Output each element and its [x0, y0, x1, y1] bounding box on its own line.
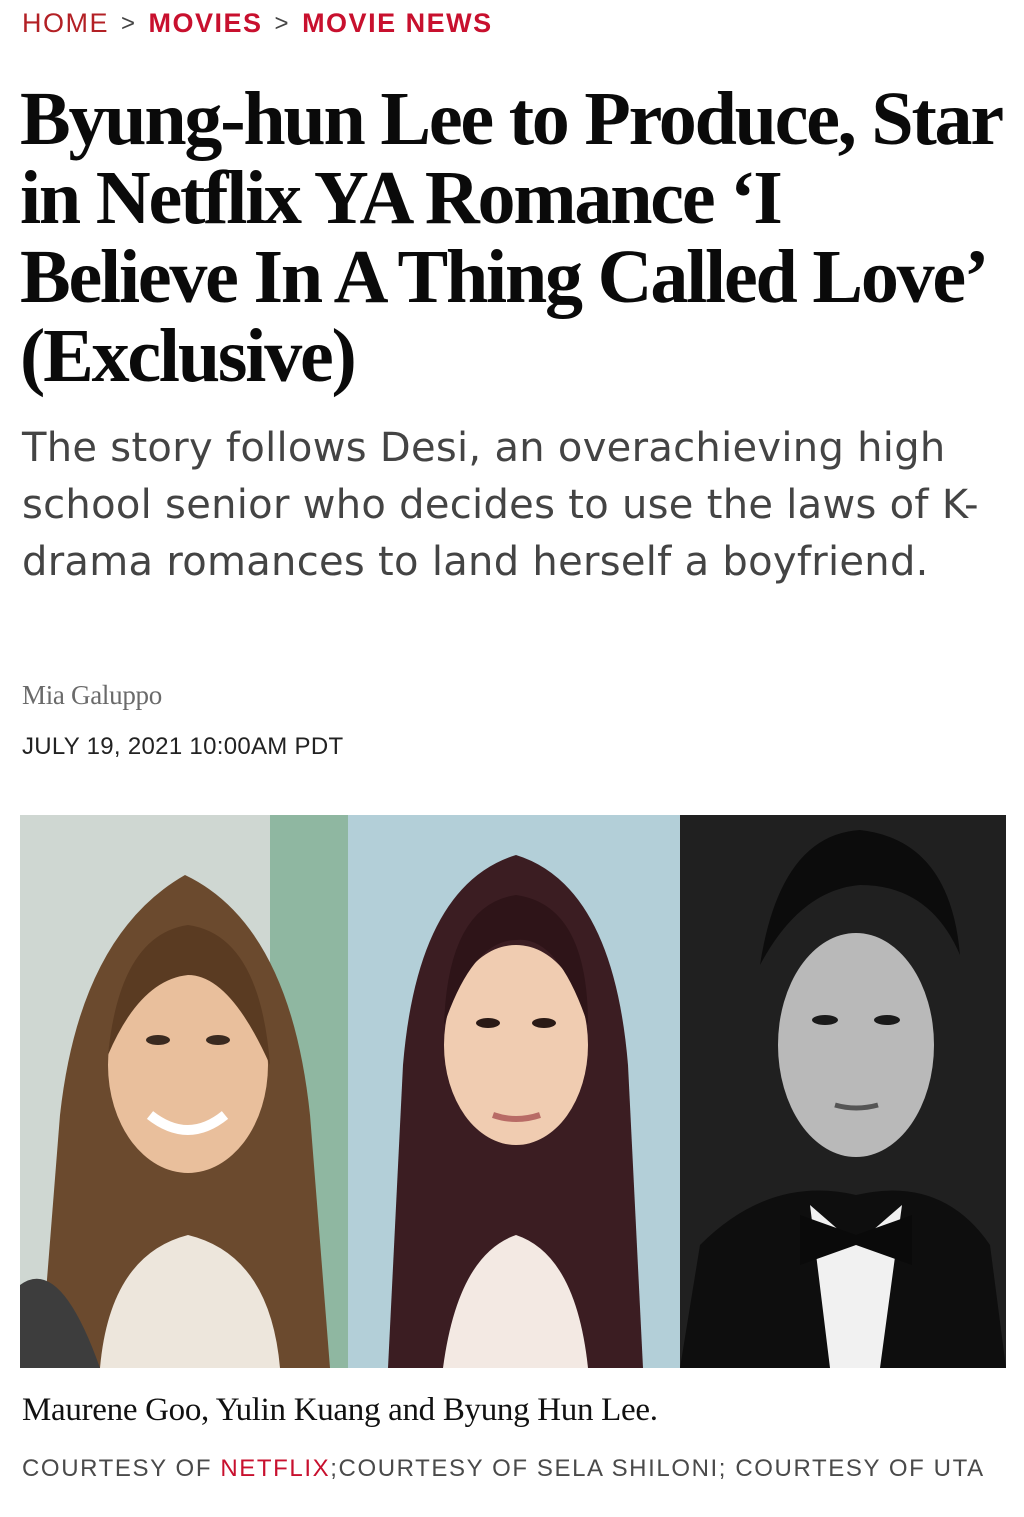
portrait-illustration [680, 815, 1006, 1368]
credit-prefix: COURTESY OF [22, 1455, 221, 1482]
credit-rest: ;COURTESY OF SELA SHILONI; COURTESY OF U… [330, 1455, 985, 1482]
photo-panel-yulin-kuang [348, 815, 680, 1368]
breadcrumb-home-link[interactable]: HOME [22, 8, 109, 39]
photo-panel-maurene-goo [20, 815, 348, 1368]
breadcrumb-separator: > [121, 9, 137, 37]
photo-credit: COURTESY OF NETFLIX;COURTESY OF SELA SHI… [22, 1455, 985, 1483]
article-photo [20, 815, 1006, 1368]
portrait-illustration [20, 815, 348, 1368]
breadcrumb: HOME > MOVIES > MOVIE NEWS [22, 8, 493, 39]
author-link[interactable]: Mia Galuppo [22, 680, 162, 711]
photo-panel-byung-hun-lee [680, 815, 1006, 1368]
article-headline: Byung-hun Lee to Produce, Star in Netfli… [20, 77, 1003, 398]
article-dek: The story follows Desi, an overachieving… [22, 425, 979, 585]
credit-netflix-link[interactable]: NETFLIX [220, 1455, 330, 1482]
breadcrumb-separator: > [274, 9, 291, 37]
breadcrumb-movies-link[interactable]: MOVIES [149, 8, 263, 39]
publish-date: JULY 19, 2021 10:00AM PDT [22, 733, 344, 760]
breadcrumb-movie-news-link[interactable]: MOVIE NEWS [302, 8, 493, 39]
photo-caption: Maurene Goo, Yulin Kuang and Byung Hun L… [22, 1392, 658, 1428]
portrait-illustration [348, 815, 680, 1368]
